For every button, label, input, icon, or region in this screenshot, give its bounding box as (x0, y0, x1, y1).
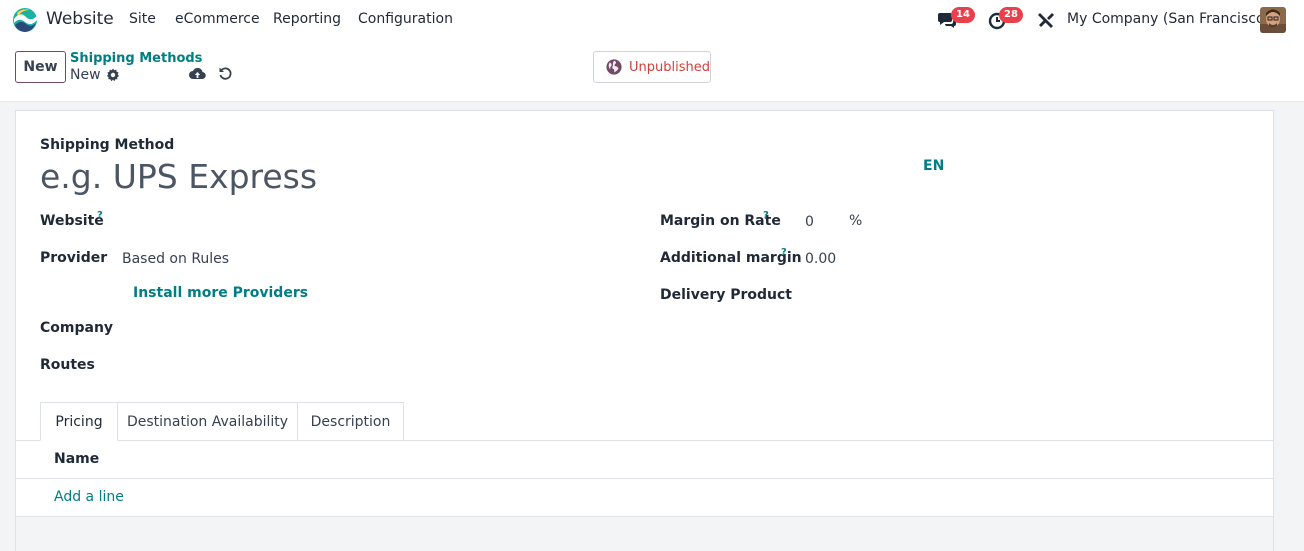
margin-rate-input[interactable]: 0 (805, 214, 814, 230)
tab-pricing[interactable]: Pricing (40, 402, 118, 441)
add-line-link[interactable]: Add a line (54, 489, 124, 505)
cloud-upload-icon[interactable] (189, 66, 206, 82)
additional-margin-help-icon[interactable]: ? (781, 247, 787, 258)
new-button[interactable]: New (15, 51, 66, 83)
activities-badge: 28 (999, 7, 1023, 23)
tab-destination-availability[interactable]: Destination Availability (117, 402, 298, 441)
name-input[interactable]: e.g. UPS Express (40, 157, 317, 196)
breadcrumb-current: New (70, 67, 101, 83)
globe-icon (606, 59, 622, 75)
breadcrumb-shipping-methods[interactable]: Shipping Methods (70, 51, 202, 66)
language-button[interactable]: EN (923, 158, 944, 174)
provider-label: Provider (40, 250, 108, 266)
company-label: Company (40, 320, 114, 336)
tab-description[interactable]: Description (297, 402, 404, 441)
unpublished-label: Unpublished (629, 59, 710, 75)
percent-sign: % (849, 213, 863, 229)
unpublished-button[interactable]: Unpublished (593, 51, 711, 83)
menu-ecommerce[interactable]: eCommerce (175, 11, 260, 27)
gear-icon[interactable] (106, 68, 120, 82)
menu-reporting[interactable]: Reporting (273, 11, 341, 27)
debug-tools-icon[interactable] (1036, 10, 1056, 30)
top-navbar: Website Site eCommerce Reporting Configu… (0, 0, 1304, 40)
website-label: Website (40, 213, 104, 229)
table-header-divider (16, 478, 1273, 479)
margin-rate-help-icon[interactable]: ? (763, 210, 769, 221)
website-app-icon[interactable] (12, 7, 38, 33)
menu-configuration[interactable]: Configuration (358, 11, 453, 27)
name-label: Shipping Method (40, 137, 175, 153)
delivery-product-label: Delivery Product (660, 287, 793, 303)
app-name[interactable]: Website (46, 9, 114, 29)
company-switcher[interactable]: My Company (San Francisco) (1067, 11, 1270, 27)
website-help-icon[interactable]: ? (97, 210, 103, 221)
additional-margin-input[interactable]: 0.00 (805, 251, 836, 267)
provider-select[interactable]: Based on Rules (122, 251, 229, 267)
discard-undo-icon[interactable] (218, 66, 233, 81)
routes-label: Routes (40, 357, 95, 373)
install-providers-link[interactable]: Install more Providers (133, 285, 308, 301)
menu-site[interactable]: Site (129, 11, 156, 27)
user-avatar[interactable] (1260, 7, 1286, 33)
table-empty-area (16, 517, 1273, 551)
messages-badge: 14 (951, 7, 975, 23)
column-header-name[interactable]: Name (54, 451, 99, 467)
